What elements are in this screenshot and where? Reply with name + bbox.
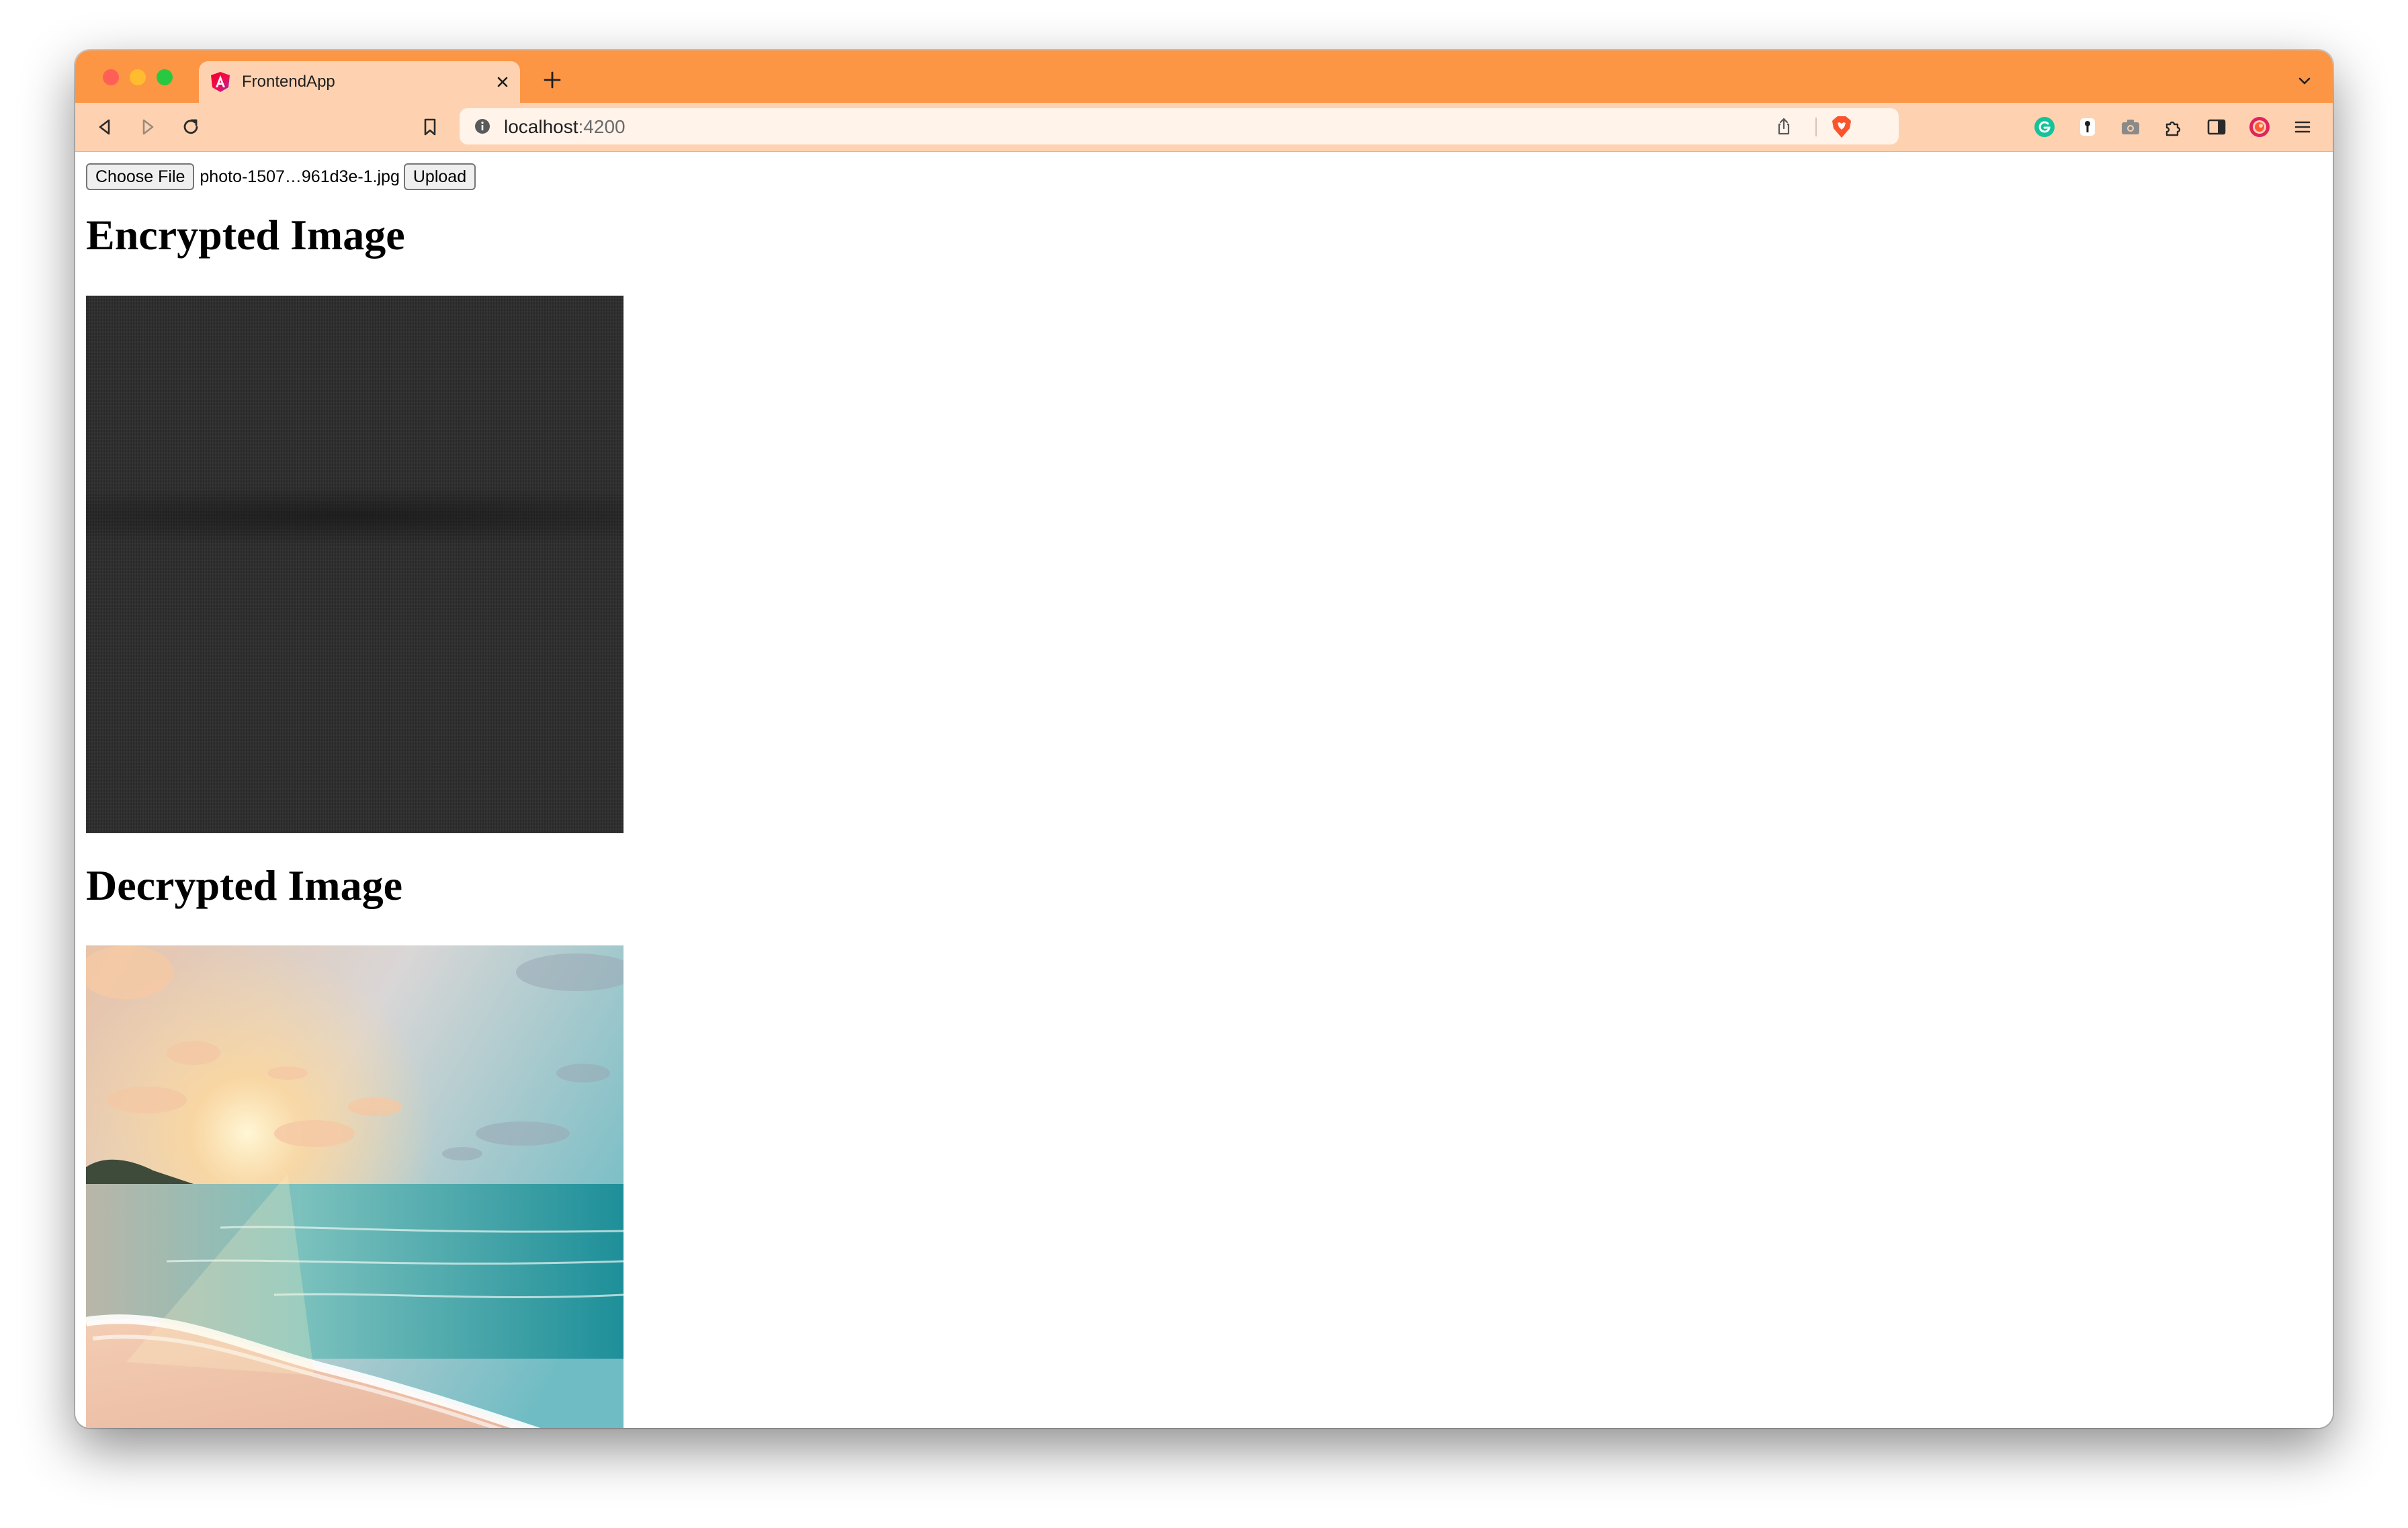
reload-icon[interactable] xyxy=(179,115,203,139)
encrypted-image-heading: Encrypted Image xyxy=(86,211,405,259)
browser-window: FrontendApp localhost:4200 Choose File p… xyxy=(75,50,2333,1428)
extensions-icon[interactable] xyxy=(2161,115,2186,139)
menu-icon[interactable] xyxy=(2290,115,2315,139)
address-bar-divider xyxy=(1815,118,1817,136)
tab-title: FrontendApp xyxy=(242,73,335,91)
brave-shield-icon[interactable] xyxy=(1830,115,1853,139)
screenshot-icon[interactable] xyxy=(2118,115,2143,139)
url-text[interactable]: localhost:4200 xyxy=(504,116,626,138)
encrypted-image xyxy=(86,296,624,833)
grammarly-icon[interactable] xyxy=(2032,115,2057,139)
angular-logo-icon xyxy=(211,72,230,92)
forward-icon[interactable] xyxy=(136,115,160,139)
close-window-button[interactable] xyxy=(103,69,119,85)
minimize-window-button[interactable] xyxy=(130,69,146,85)
decrypted-image xyxy=(86,945,624,1428)
share-icon[interactable] xyxy=(1774,116,1794,136)
url-host: localhost xyxy=(504,116,578,137)
new-tab-icon[interactable] xyxy=(542,69,563,91)
info-icon[interactable] xyxy=(474,118,490,134)
selected-file-name: photo-1507…961d3e-1.jpg xyxy=(200,167,400,186)
browser-toolbar: localhost:4200 xyxy=(75,103,2333,152)
password-manager-icon[interactable] xyxy=(2075,115,2100,139)
zoom-window-button[interactable] xyxy=(157,69,173,85)
sidebar-icon[interactable] xyxy=(2204,115,2229,139)
tab-strip: FrontendApp xyxy=(75,50,2333,103)
upload-button[interactable]: Upload xyxy=(403,163,476,190)
decrypted-image-heading: Decrypted Image xyxy=(86,861,402,909)
choose-file-button[interactable]: Choose File xyxy=(86,163,195,190)
bookmark-icon[interactable] xyxy=(418,115,442,139)
page-content: Choose File photo-1507…961d3e-1.jpg Uplo… xyxy=(75,152,2333,1428)
back-icon[interactable] xyxy=(93,115,117,139)
upload-form: Choose File photo-1507…961d3e-1.jpg Uplo… xyxy=(86,163,476,190)
tab-list-chevron-icon[interactable] xyxy=(2295,72,2314,91)
brave-rewards-icon[interactable] xyxy=(2247,115,2272,139)
close-tab-icon[interactable] xyxy=(493,73,512,91)
desktop-background: FrontendApp localhost:4200 Choose File p… xyxy=(0,0,2408,1528)
tab-frontendapp[interactable]: FrontendApp xyxy=(199,61,520,103)
beach-sunset-photo xyxy=(86,945,624,1428)
address-bar[interactable]: localhost:4200 xyxy=(460,108,1899,144)
url-port: :4200 xyxy=(578,116,626,137)
